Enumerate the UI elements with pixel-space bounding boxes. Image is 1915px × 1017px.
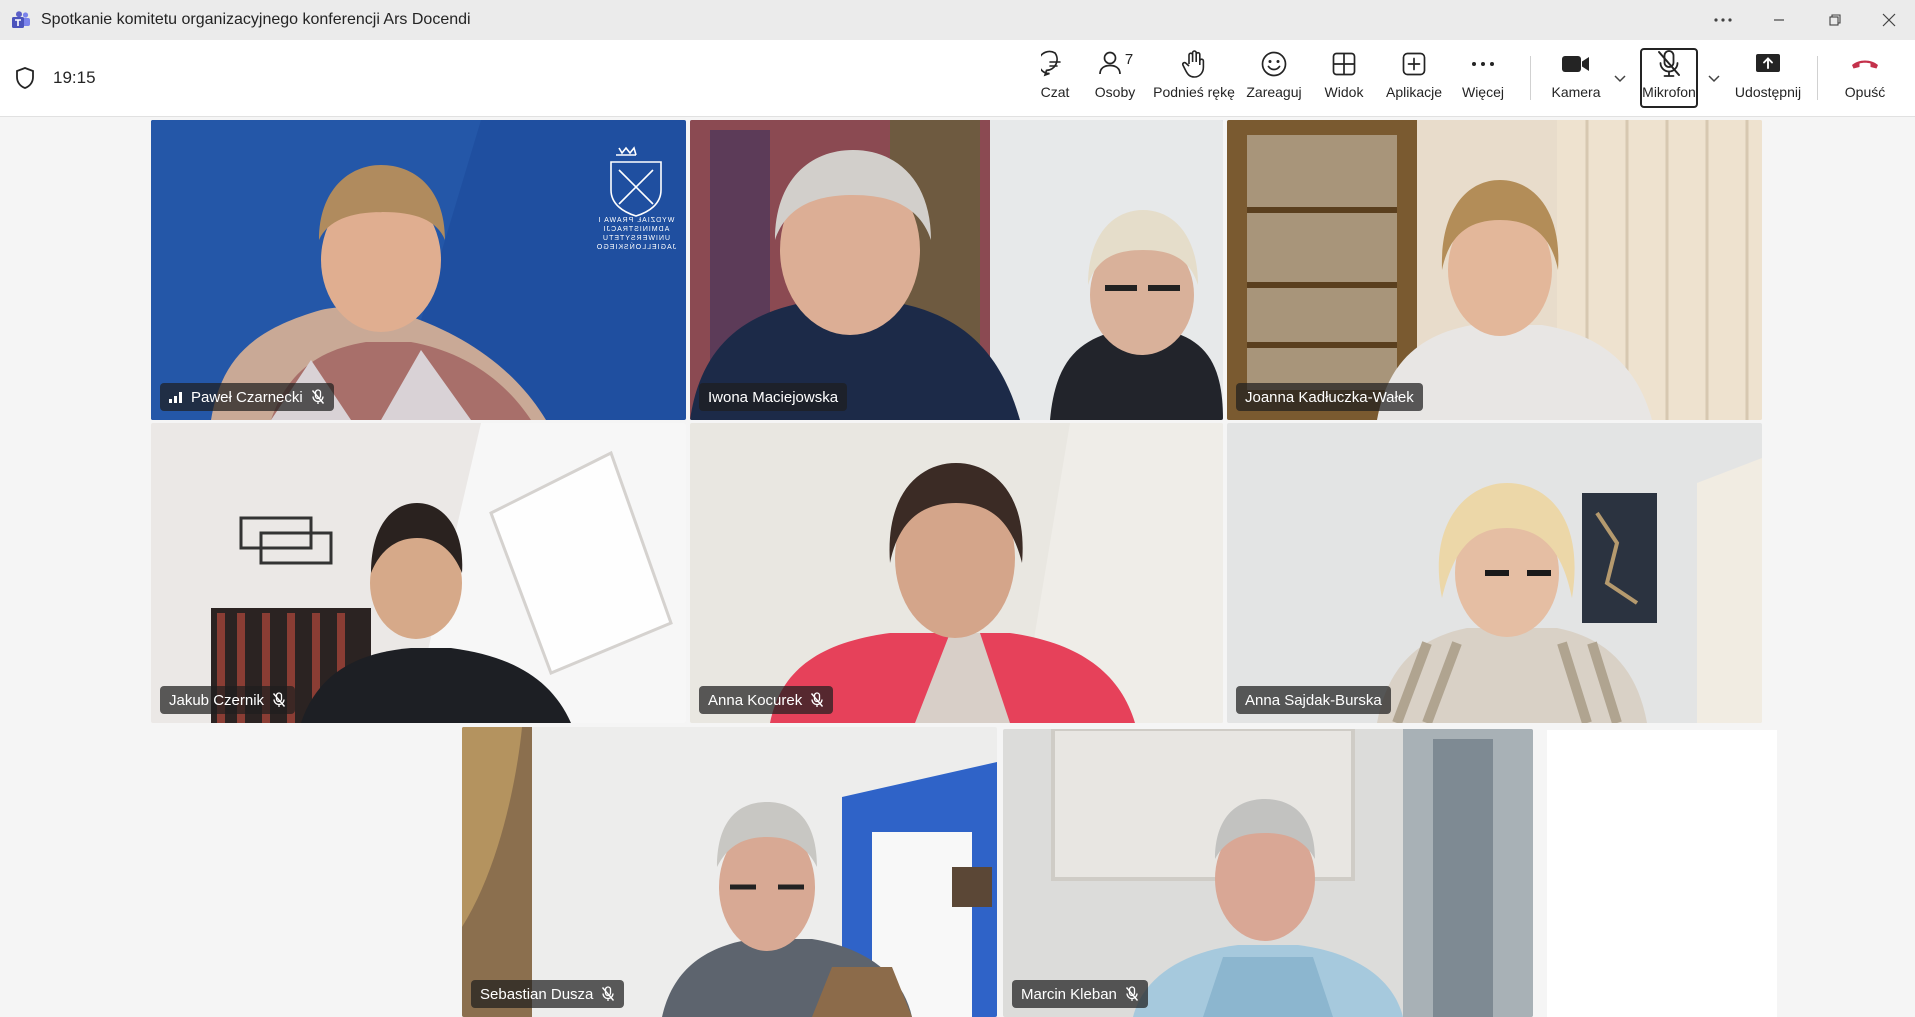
nameplate: Anna Sajdak-Burska (1236, 686, 1391, 714)
nameplate: Jakub Czernik (160, 686, 296, 714)
video-feed (1227, 120, 1762, 420)
more-label: Więcej (1461, 84, 1504, 100)
apps-button[interactable]: Aplikacje (1380, 48, 1448, 110)
view-label: Widok (1324, 84, 1364, 100)
teams-icon (12, 11, 30, 28)
nameplate: Paweł Czarnecki (160, 383, 334, 411)
nameplate: Joanna Kadłuczka-Wałek (1236, 383, 1423, 411)
meeting-toolbar: 19:15 Czat 7 Osoby Podnieś rękę Zareaguj (0, 40, 1915, 117)
participant-name: Anna Sajdak-Burska (1245, 691, 1382, 709)
participant-name: Anna Kocurek (708, 691, 803, 709)
share-icon (1756, 54, 1780, 72)
video-feed (151, 120, 686, 420)
ellipsis-icon (1472, 62, 1494, 66)
people-label: Osoby (1094, 84, 1136, 100)
nameplate: Anna Kocurek (699, 686, 834, 714)
camera-options-chevron-icon[interactable] (1612, 70, 1628, 86)
mic-focus-ring (1640, 48, 1698, 108)
more-icon (1714, 18, 1732, 22)
smiley-icon (1261, 51, 1287, 77)
chat-label: Czat (1040, 84, 1070, 100)
chat-icon (1041, 50, 1061, 77)
logo-watermark-text: WYDZIAŁ PRAWA I ADMINISTRACJI UNIWERSYTE… (595, 217, 677, 251)
view-button[interactable]: Widok (1314, 48, 1374, 110)
minimize-icon (1774, 19, 1784, 21)
mic-muted-icon (811, 692, 824, 707)
participant-name: Paweł Czarnecki (191, 388, 303, 406)
camera-button[interactable]: Kamera (1546, 48, 1606, 110)
participant-name: Sebastian Dusza (480, 985, 594, 1003)
react-button[interactable]: Zareaguj (1240, 48, 1308, 110)
participant-name: Jakub Czernik (169, 691, 265, 709)
leave-label: Opuść (1844, 84, 1886, 100)
participant-name: Joanna Kadłuczka-Wałek (1245, 388, 1414, 406)
minimize-button[interactable] (1756, 0, 1802, 40)
grid-filler (1547, 730, 1777, 1017)
participant-name: Marcin Kleban (1021, 985, 1117, 1003)
toolbar-separator (1530, 56, 1531, 100)
participant-tile-marcin-kleban[interactable]: Marcin Kleban (1003, 729, 1533, 1017)
window-more-button[interactable] (1700, 0, 1746, 40)
mic-muted-icon (602, 986, 615, 1001)
video-feed (690, 120, 1223, 420)
apps-label: Aplikacje (1385, 84, 1443, 100)
mic-muted-icon (311, 389, 324, 404)
video-feed (1003, 729, 1533, 1017)
people-count: 7 (1124, 50, 1134, 68)
camera-icon (1562, 56, 1589, 72)
mic-muted-icon (273, 692, 286, 707)
raise-hand-label: Podnieś rękę (1153, 84, 1235, 100)
share-label: Udostępnij (1734, 84, 1802, 100)
share-button[interactable]: Udostępnij (1732, 48, 1804, 110)
more-button[interactable]: Więcej (1454, 48, 1512, 110)
title-bar: Spotkanie komitetu organizacyjnego konfe… (0, 0, 1915, 40)
people-button[interactable]: 7 Osoby (1090, 48, 1140, 110)
participant-tile-jakub-czernik[interactable]: Jakub Czernik (151, 423, 686, 723)
mic-muted-icon (1125, 986, 1138, 1001)
nameplate: Sebastian Dusza (471, 980, 625, 1008)
video-feed (1227, 423, 1762, 723)
restore-button[interactable] (1812, 0, 1858, 40)
restore-icon (1829, 14, 1841, 26)
nameplate: Iwona Maciejowska (699, 383, 848, 411)
participant-tile-sebastian-dusza[interactable]: Sebastian Dusza (462, 727, 997, 1017)
participant-tile-pawel-czarnecki[interactable]: WYDZIAŁ PRAWA I ADMINISTRACJI UNIWERSYTE… (151, 120, 686, 420)
nameplate: Marcin Kleban (1012, 980, 1148, 1008)
video-feed (151, 423, 686, 723)
mic-options-chevron-icon[interactable] (1706, 70, 1722, 86)
close-icon (1882, 13, 1896, 27)
video-feed (462, 727, 997, 1017)
participant-tile-iwona-maciejowska[interactable]: Iwona Maciejowska (690, 120, 1223, 420)
close-button[interactable] (1866, 0, 1912, 40)
meeting-timer: 19:15 (53, 68, 96, 87)
participant-name: Iwona Maciejowska (708, 388, 839, 406)
signal-strength-icon (169, 392, 182, 403)
chat-button[interactable]: Czat (1024, 48, 1086, 110)
toolbar-separator (1817, 56, 1818, 100)
participant-tile-joanna-kadluczka-walek[interactable]: Joanna Kadłuczka-Wałek (1227, 120, 1762, 420)
people-icon (1098, 51, 1121, 75)
camera-label: Kamera (1551, 84, 1601, 100)
video-feed (690, 423, 1223, 723)
grid-icon (1332, 52, 1356, 76)
plus-box-icon (1402, 52, 1426, 76)
hang-up-icon (1852, 60, 1878, 69)
participant-tile-anna-sajdak-burska[interactable]: Anna Sajdak-Burska (1227, 423, 1762, 723)
leave-button[interactable]: Opuść (1836, 48, 1894, 110)
raise-hand-icon (1182, 50, 1205, 78)
window-title: Spotkanie komitetu organizacyjnego konfe… (41, 11, 471, 28)
shield-icon[interactable] (14, 66, 36, 90)
raise-hand-button[interactable]: Podnieś rękę (1153, 48, 1235, 110)
participant-tile-anna-kocurek[interactable]: Anna Kocurek (690, 423, 1223, 723)
react-label: Zareaguj (1246, 84, 1302, 100)
